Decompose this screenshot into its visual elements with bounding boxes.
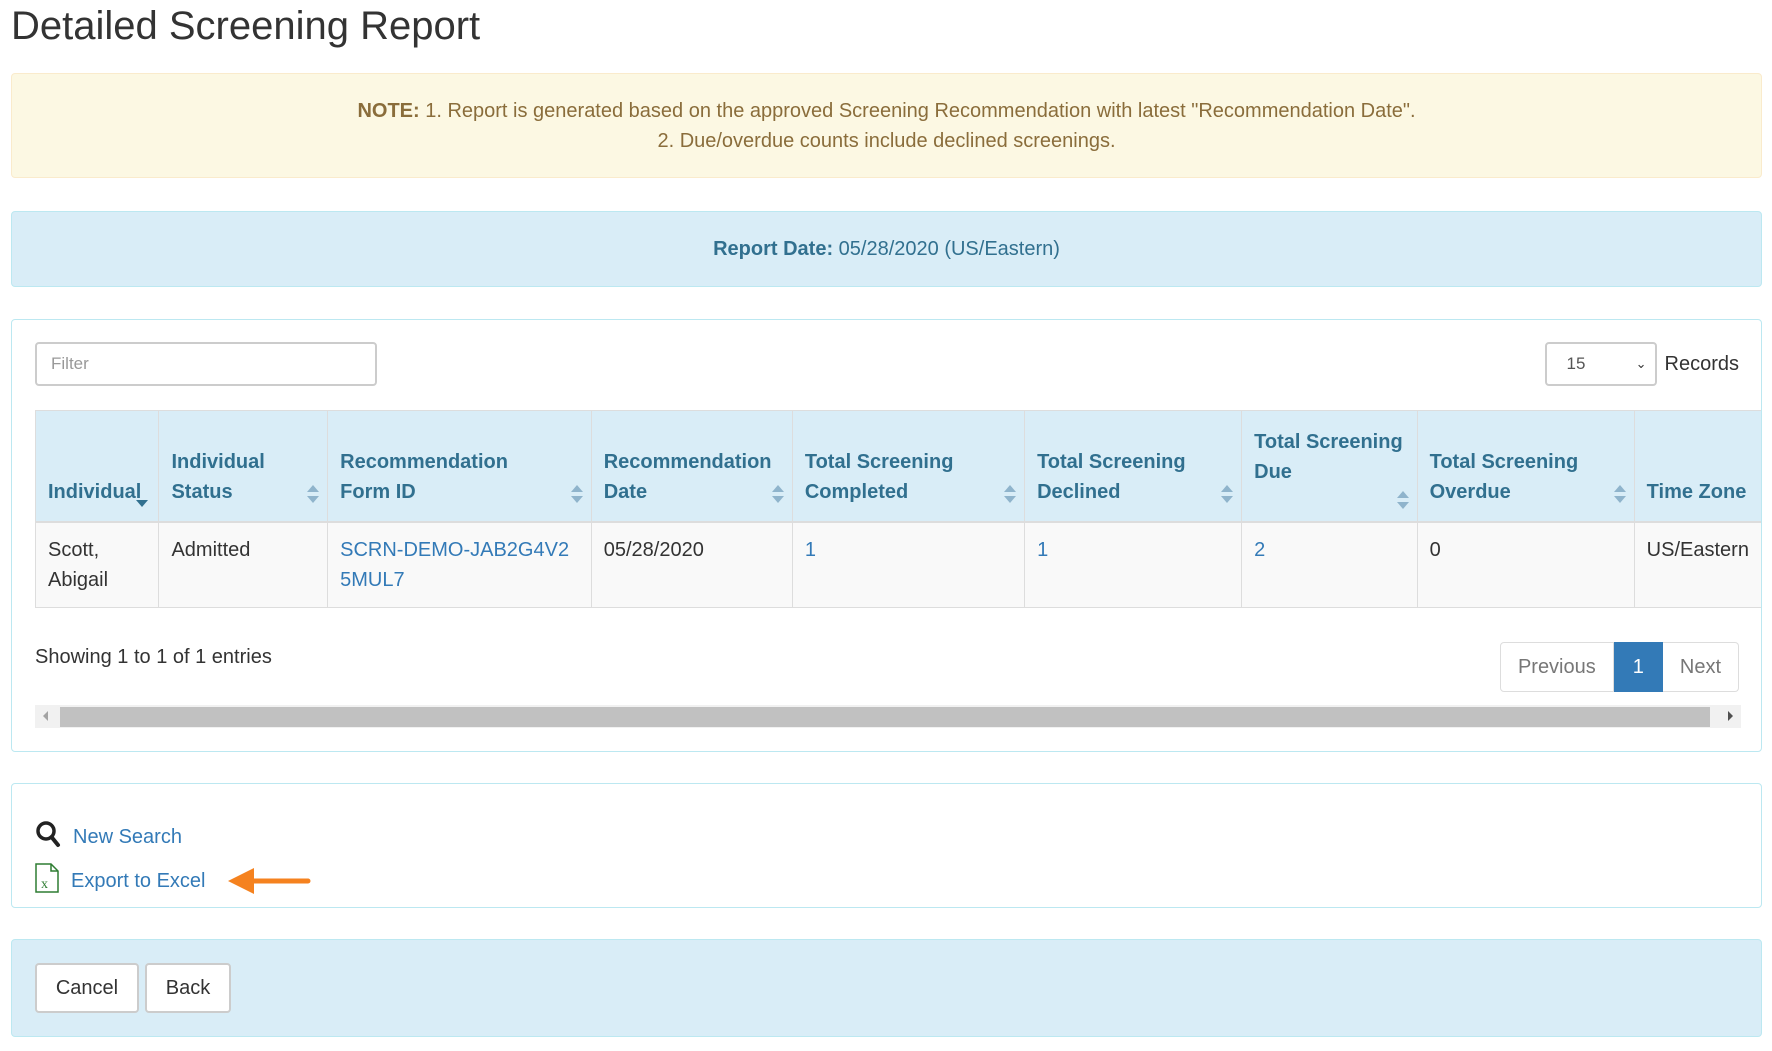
column-label: Total Screening Declined <box>1037 451 1186 503</box>
new-search-link[interactable]: New Search <box>35 820 182 854</box>
column-label: Individual Status <box>171 451 265 503</box>
note-alert: NOTE: 1. Report is generated based on th… <box>11 73 1762 178</box>
cell-recommendation-date: 05/28/2020 <box>590 521 793 608</box>
sort-desc-icon <box>136 500 149 507</box>
chevron-down-icon: ⌄ <box>1635 356 1647 371</box>
note-label: NOTE: <box>357 100 420 122</box>
column-header-total-declined[interactable]: Total Screening Declined <box>1024 410 1243 523</box>
annotation-arrow-icon <box>227 866 312 896</box>
cell-completed-link[interactable]: 1 <box>791 521 1026 608</box>
records-per-page-value: 15 <box>1566 354 1586 373</box>
cell-due-link[interactable]: 2 <box>1241 521 1418 608</box>
sort-icon <box>1004 485 1017 503</box>
filter-input[interactable] <box>35 342 377 386</box>
previous-page-button[interactable]: Previous <box>1499 642 1614 692</box>
records-label: Records <box>1664 352 1739 375</box>
note-line-1: NOTE: 1. Report is generated based on th… <box>12 96 1761 126</box>
column-label: Total Screening Overdue <box>1429 451 1579 503</box>
excel-file-icon: x <box>35 863 59 899</box>
sort-icon <box>570 485 583 503</box>
column-header-recommendation-form-id[interactable]: Recommendation Form ID <box>327 410 592 523</box>
report-date-label: Report Date: <box>713 238 834 260</box>
back-button[interactable]: Back <box>145 963 231 1013</box>
page-title: Detailed Screening Report <box>11 4 481 48</box>
column-header-time-zone: Time Zone <box>1633 410 1761 523</box>
column-label: Individual <box>48 481 142 503</box>
column-header-individual-status[interactable]: Individual Status <box>158 410 329 523</box>
column-header-total-completed[interactable]: Total Screening Completed <box>791 410 1026 523</box>
sort-icon <box>307 485 320 503</box>
sort-icon <box>1613 485 1626 503</box>
pagination: Previous 1 Next <box>1499 642 1739 692</box>
column-header-total-due[interactable]: Total Screening Due <box>1241 410 1418 523</box>
export-to-excel-link[interactable]: x Export to Excel <box>35 863 312 899</box>
note-text-1: 1. Report is generated based on the appr… <box>419 100 1416 122</box>
search-icon <box>35 820 61 854</box>
export-to-excel-label: Export to Excel <box>71 869 206 892</box>
records-control: 15 ⌄ Records <box>1544 342 1739 386</box>
cell-individual: Scott, Abigail <box>34 521 160 608</box>
screening-report-table: Individual Individual Status Recommendat… <box>34 410 1761 608</box>
cell-declined-link[interactable]: 1 <box>1024 521 1243 608</box>
scroll-right-arrow-icon[interactable] <box>1728 711 1733 721</box>
column-label: Total Screening Due <box>1254 431 1403 483</box>
table-row: Scott, Abigail Admitted SCRN-DEMO-JAB2G4… <box>34 521 1761 608</box>
records-per-page-select[interactable]: 15 ⌄ <box>1544 342 1657 386</box>
column-header-recommendation-date[interactable]: Recommendation Date <box>590 410 793 523</box>
next-page-button[interactable]: Next <box>1662 642 1739 692</box>
column-header-individual[interactable]: Individual <box>34 410 160 523</box>
scroll-left-arrow-icon[interactable] <box>43 711 48 721</box>
report-date-value: 05/28/2020 (US/Eastern) <box>833 238 1060 260</box>
column-label: Total Screening Completed <box>804 451 954 503</box>
note-line-2: 2. Due/overdue counts include declined s… <box>657 130 1116 152</box>
new-search-label: New Search <box>73 825 182 848</box>
cell-form-id-link[interactable]: SCRN-DEMO-JAB2G4V25MUL7 <box>327 521 592 608</box>
actions-panel: New Search x Export to Excel <box>11 783 1762 908</box>
horizontal-scrollbar[interactable] <box>35 705 1741 728</box>
cell-time-zone: US/Eastern <box>1633 521 1761 608</box>
sort-icon <box>1396 491 1409 509</box>
column-label: Recommendation Form ID <box>340 451 508 503</box>
report-table-panel: 15 ⌄ Records Individual Individual Statu… <box>11 319 1762 752</box>
sort-icon <box>1221 485 1234 503</box>
sort-icon <box>771 485 784 503</box>
entries-summary: Showing 1 to 1 of 1 entries <box>35 646 272 668</box>
column-label: Time Zone <box>1646 481 1747 503</box>
report-date-banner: Report Date: 05/28/2020 (US/Eastern) <box>11 211 1762 287</box>
page-1-button[interactable]: 1 <box>1613 642 1663 692</box>
table-header-row: Individual Individual Status Recommendat… <box>34 410 1761 523</box>
column-label: Recommendation Date <box>603 451 772 503</box>
cell-overdue: 0 <box>1416 521 1635 608</box>
column-header-total-overdue[interactable]: Total Screening Overdue <box>1416 410 1635 523</box>
footer-panel: Cancel Back <box>11 939 1762 1037</box>
cancel-button[interactable]: Cancel <box>35 963 139 1013</box>
scrollbar-thumb[interactable] <box>60 707 1710 727</box>
cell-status: Admitted <box>158 521 329 608</box>
svg-text:x: x <box>41 877 48 892</box>
